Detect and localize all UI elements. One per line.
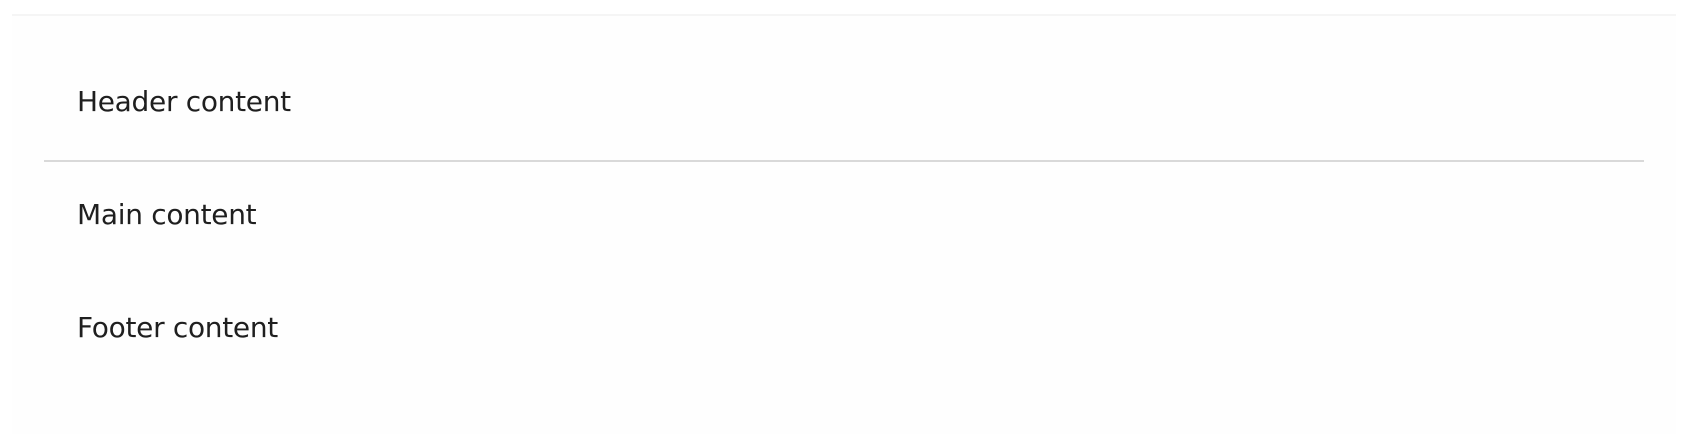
main-content: Main content [77,198,257,231]
header-content: Header content [77,85,291,118]
layout-card [12,16,1676,434]
header-divider [44,160,1644,162]
footer-content: Footer content [77,311,278,344]
